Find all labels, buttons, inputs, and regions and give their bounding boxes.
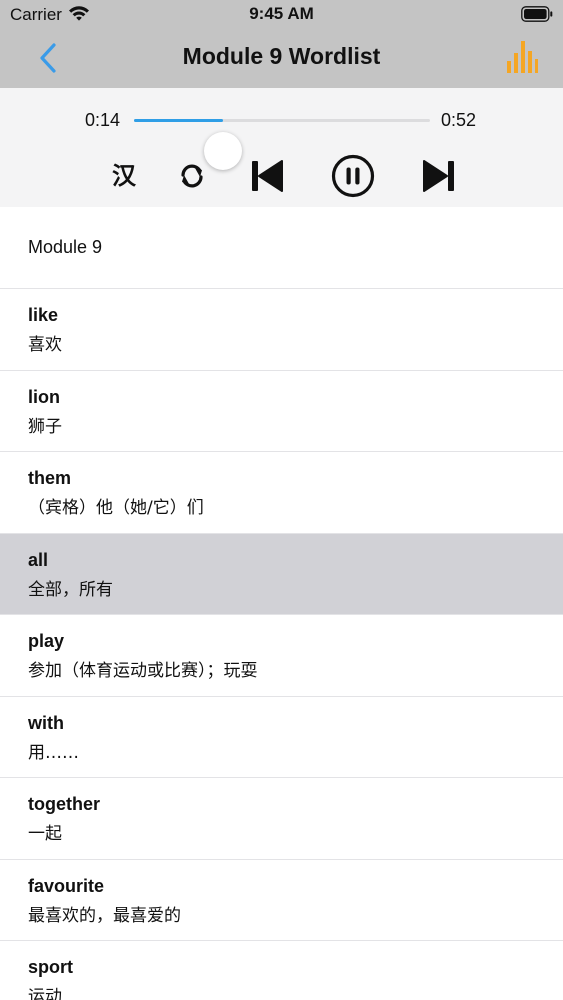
bar-chart-button[interactable] [505, 39, 539, 75]
repeat-icon [181, 164, 203, 188]
audio-player: 0:14 0:52 汉 [0, 88, 563, 207]
list-item[interactable]: them （宾格）他（她/它）们 [0, 452, 563, 534]
word-chinese: （宾格）他（她/它）们 [28, 498, 204, 518]
slider-thumb[interactable] [203, 132, 242, 170]
progress-slider[interactable] [134, 119, 430, 170]
word-chinese: 一起 [28, 824, 62, 844]
list-item[interactable]: lion 狮子 [0, 371, 563, 452]
word-english: with [28, 712, 64, 733]
word-list: Module 9 like 喜欢 lion 狮子 them （宾格）他（她/它）… [0, 207, 563, 1000]
skip-previous-icon [252, 160, 283, 192]
word-english: lion [28, 386, 60, 407]
repeat-button[interactable] [176, 154, 208, 198]
progress-fill [134, 119, 223, 122]
word-english: like [28, 305, 59, 325]
nav-bar: Module 9 Wordlist [0, 30, 563, 88]
word-english: play [28, 631, 65, 651]
word-chinese: 运动 [28, 987, 62, 1000]
list-item[interactable]: all 全部，所有 [0, 533, 563, 615]
section-title: Module 9 [28, 237, 103, 257]
word-chinese: 最喜欢的，最喜爱的 [28, 905, 181, 926]
status-bar: Carrier 9:45 AM [0, 0, 563, 30]
word-chinese: 喜欢 [28, 335, 62, 355]
word-chinese: 用…… [28, 742, 79, 763]
header: Carrier 9:45 AM Module 9 Wordlist [0, 0, 563, 88]
word-english: sport [28, 957, 73, 977]
skip-next-icon [423, 160, 454, 192]
chinese-toggle-button[interactable]: 汉 [104, 154, 144, 198]
battery-icon [521, 6, 553, 22]
list-item[interactable]: like 喜欢 [0, 289, 563, 371]
list-item[interactable]: with 用…… [0, 697, 563, 778]
list-item[interactable]: together 一起 [0, 778, 563, 860]
pause-icon [331, 154, 375, 198]
list-item[interactable]: sport 运动 [0, 941, 563, 1000]
word-english: together [28, 794, 100, 814]
word-chinese: 全部，所有 [28, 579, 113, 600]
pause-button[interactable] [330, 154, 376, 198]
next-button[interactable] [420, 154, 458, 198]
page-title: Module 9 Wordlist [182, 43, 381, 69]
previous-button[interactable] [248, 154, 286, 198]
current-time: 0:14 [85, 110, 121, 130]
word-chinese: 参加（体育运动或比赛）；玩耍 [28, 661, 258, 681]
total-time: 0:52 [441, 110, 477, 130]
word-english: favourite [28, 875, 105, 896]
word-english: them [28, 468, 72, 488]
word-english: all [28, 549, 49, 570]
status-time: 9:45 AM [249, 4, 314, 23]
list-item[interactable]: play 参加（体育运动或比赛）；玩耍 [0, 615, 563, 697]
bar-chart-icon [507, 41, 538, 73]
list-item[interactable]: favourite 最喜欢的，最喜爱的 [0, 860, 563, 941]
section-header: Module 9 [0, 207, 563, 289]
word-chinese: 狮子 [28, 416, 62, 437]
